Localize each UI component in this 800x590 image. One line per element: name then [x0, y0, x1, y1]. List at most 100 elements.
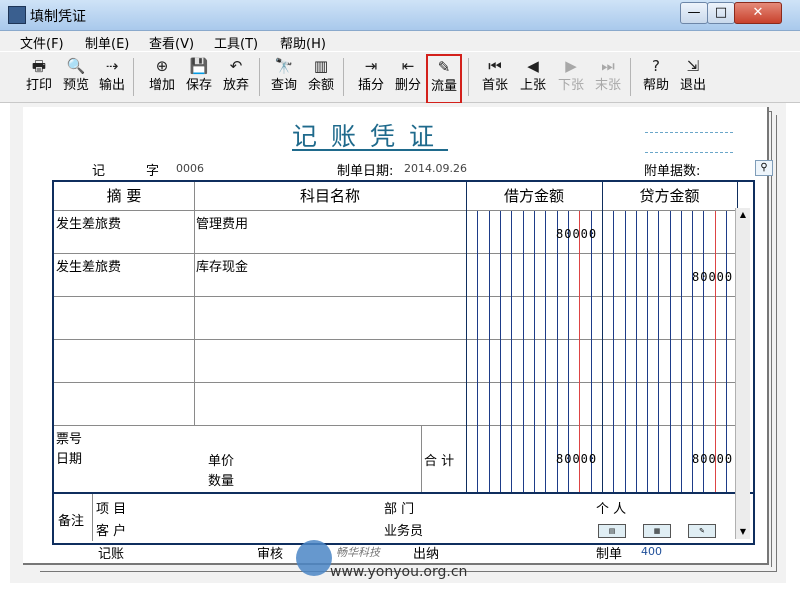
header-debit: 借方金额 [503, 187, 564, 205]
binoculars-icon: 🔭 [274, 57, 294, 75]
help-button[interactable]: ? 帮助 [639, 54, 673, 102]
menu-voucher[interactable]: 制单(E) [85, 33, 129, 52]
query-button[interactable]: 🔭 查询 [267, 54, 301, 102]
next-voucher-button[interactable]: ▶ 下张 [554, 54, 588, 102]
total-label: 合 计 [424, 454, 455, 469]
digit-column-line [511, 211, 513, 492]
save-button[interactable]: 💾 保存 [182, 54, 216, 102]
print-icon: 🖶 [31, 57, 47, 75]
row-divider [54, 253, 737, 254]
quantity-label: 数量 [208, 474, 235, 489]
balance-label: 余额 [307, 78, 334, 93]
exit-label: 退出 [679, 78, 706, 93]
remark-divider [92, 494, 93, 541]
entry-summary[interactable]: 发生差旅费 [56, 213, 192, 232]
toolbar-separator [133, 58, 134, 96]
prev-icon: ◀ [527, 57, 539, 75]
scroll-down-icon[interactable]: ▼ [736, 525, 750, 539]
entry-account[interactable]: 库存现金 [196, 256, 464, 275]
bill-date-label: 日期 [56, 452, 83, 467]
export-button[interactable]: ⇢ 输出 [95, 54, 129, 102]
digit-column-line [635, 211, 637, 492]
balance-button[interactable]: ▥ 余额 [304, 54, 338, 102]
entry-account[interactable]: 管理费用 [196, 213, 464, 232]
digit-column-line [545, 211, 547, 492]
export-icon: ⇢ [105, 57, 119, 75]
digit-column-line [647, 211, 648, 492]
voucher-title: 记账凭证 [292, 122, 449, 151]
cashflow-icon: ✎ [437, 58, 451, 76]
entry-summary[interactable]: 发生差旅费 [56, 256, 192, 275]
help-label: 帮助 [642, 78, 669, 93]
review-label: 审核 [257, 547, 284, 562]
search-icon[interactable]: ⚲ [755, 160, 773, 176]
window-title: 填制凭证 [30, 9, 86, 25]
entry-debit-amount[interactable]: 80000 [556, 227, 597, 241]
voucher-number[interactable]: 0006 [176, 162, 204, 175]
unit-price-label: 单价 [208, 454, 235, 469]
preview-button[interactable]: 🔍 预览 [59, 54, 93, 102]
digit-column-line [669, 211, 671, 492]
insert-line-button[interactable]: ⇥ 插分 [354, 54, 388, 102]
watermark-logo [296, 540, 332, 576]
undo-icon: ↶ [229, 57, 243, 75]
digit-column-line [613, 211, 615, 492]
preview-label: 预览 [62, 78, 89, 93]
digit-column-line [568, 211, 569, 492]
customer-label: 客 户 [96, 524, 127, 539]
digit-column-line [725, 211, 727, 492]
total-debit: 80000 [556, 452, 598, 466]
voucher-date[interactable]: 2014.09.26 [404, 162, 467, 175]
scroll-up-icon[interactable]: ▲ [736, 208, 750, 222]
column-divider [602, 182, 603, 492]
digit-column-line [522, 211, 524, 492]
minimize-button[interactable]: — [680, 2, 708, 24]
menu-bar: 文件(F) 制单(E) 查看(V) 工具(T) 帮助(H) [0, 31, 800, 52]
delete-line-button[interactable]: ⇤ 删分 [391, 54, 425, 102]
close-button[interactable]: ✕ [734, 2, 782, 24]
dashed-line [645, 152, 733, 153]
vertical-scrollbar[interactable]: ▲ ▼ [735, 208, 750, 539]
preview-icon: 🔍 [66, 57, 86, 75]
digit-column-line [703, 211, 705, 492]
digit-column-line [680, 211, 682, 492]
header-divider [54, 210, 737, 211]
discard-button[interactable]: ↶ 放弃 [219, 54, 253, 102]
maximize-button[interactable]: □ [707, 2, 735, 24]
title-bar: 填制凭证 — □ ✕ [0, 0, 800, 31]
voucher-zi: 字 [146, 164, 160, 179]
last-icon: ⏭ [601, 57, 615, 75]
salesman-label: 业务员 [384, 524, 424, 539]
calculator-icon[interactable]: ▦ [643, 524, 671, 538]
row-divider [54, 382, 737, 383]
footer-divider [54, 492, 753, 494]
add-button[interactable]: ⊕ 增加 [145, 54, 179, 102]
column-divider [466, 182, 467, 492]
preparer-value: 400 [641, 545, 662, 558]
voucher-type[interactable]: 记 [92, 160, 105, 179]
menu-help[interactable]: 帮助(H) [280, 33, 326, 52]
preparer-label: 制单 [596, 547, 623, 562]
menu-view[interactable]: 查看(V) [149, 33, 194, 52]
print-label: 打印 [25, 78, 52, 93]
menu-file[interactable]: 文件(F) [20, 33, 64, 52]
cashflow-button[interactable]: ✎ 流量 [426, 54, 462, 104]
edit-icon[interactable]: ✎ [688, 524, 716, 538]
card-icon[interactable]: ▤ [598, 524, 626, 538]
exit-button[interactable]: ⇲ 退出 [676, 54, 710, 102]
last-voucher-button[interactable]: ⏭ 末张 [591, 54, 625, 102]
first-voucher-button[interactable]: ⏮ 首张 [478, 54, 512, 102]
print-button[interactable]: 🖶 打印 [22, 54, 56, 102]
first-icon: ⏮ [488, 57, 502, 75]
prev-voucher-button[interactable]: ◀ 上张 [516, 54, 550, 102]
row-divider [54, 425, 737, 426]
digit-column-line [579, 211, 581, 492]
date-label: 制单日期: [337, 164, 394, 179]
entry-credit-amount[interactable]: 80000 [692, 270, 733, 284]
menu-tools[interactable]: 工具(T) [214, 33, 258, 52]
dashed-line [645, 132, 733, 133]
toolbar-separator [468, 58, 469, 96]
digit-column-line [534, 211, 535, 492]
header-account: 科目名称 [299, 187, 360, 205]
digit-column-line [477, 211, 479, 492]
